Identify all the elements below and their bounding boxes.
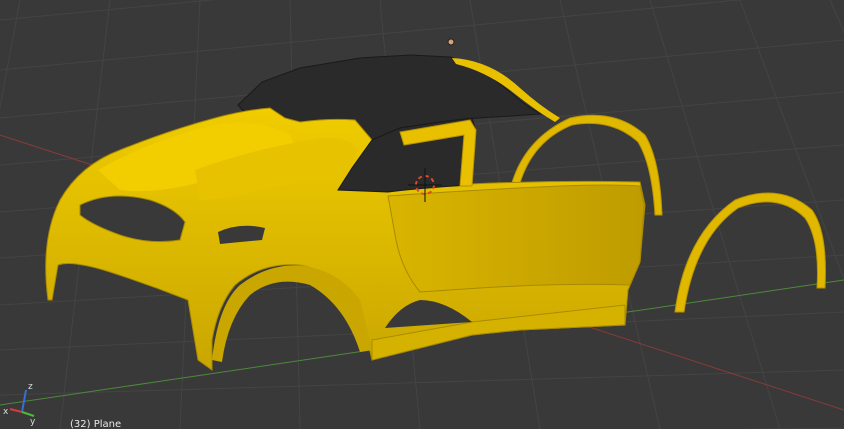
axis-gizmo: z x y bbox=[3, 382, 36, 427]
object-info-label: (32) Plane bbox=[70, 419, 122, 429]
viewport-scene[interactable]: z x y bbox=[0, 0, 844, 429]
door-panel[interactable] bbox=[387, 184, 645, 293]
axis-label-y: y bbox=[30, 417, 36, 427]
3d-viewport[interactable]: z x y (32) Plane bbox=[0, 0, 844, 429]
axis-label-x: x bbox=[3, 407, 9, 417]
light-object[interactable] bbox=[447, 38, 455, 46]
axis-label-z: z bbox=[28, 382, 33, 392]
